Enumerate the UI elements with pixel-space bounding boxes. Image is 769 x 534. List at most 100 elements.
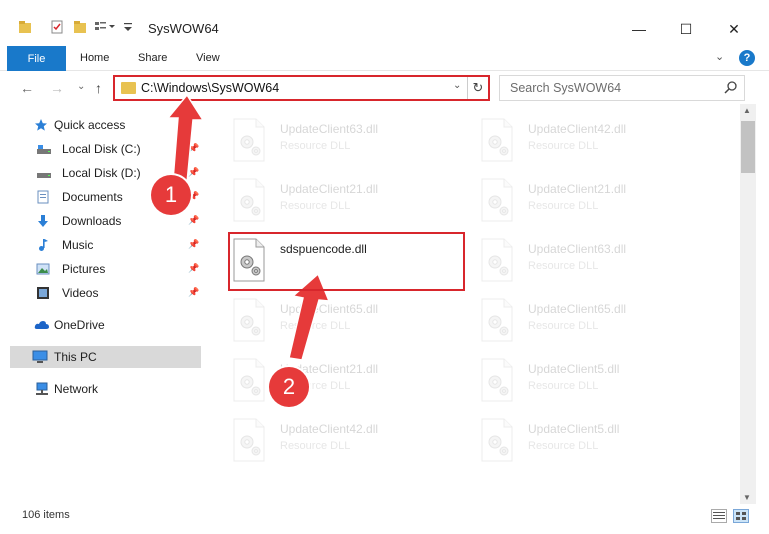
file-name: UpdateClient65.dll — [280, 302, 379, 316]
file-tile[interactable]: UpdateClient21.dll Resource DLL — [214, 172, 449, 228]
sidebar-item-label: Videos — [62, 286, 99, 300]
navigation-pane: Quick access Local Disk (C:) 📌 Local Dis… — [0, 104, 205, 500]
sidebar-item-label: Quick access — [54, 118, 126, 132]
sidebar-item-label: Local Disk (C:) — [62, 142, 141, 156]
pin-icon[interactable]: 📌 — [188, 287, 199, 298]
sidebar-item-label: Documents — [62, 190, 123, 204]
search-input[interactable]: Search SysWOW64 — [499, 75, 745, 101]
recent-locations-icon[interactable]: ⌄ — [77, 81, 85, 92]
file-tile[interactable]: UpdateClient42.dll Resource DLL — [462, 112, 697, 168]
dll-file-icon — [480, 178, 514, 222]
file-type: Resource DLL — [528, 440, 599, 452]
sidebar-item-pictures[interactable]: Pictures 📌 — [0, 258, 201, 280]
address-path[interactable]: C:\Windows\SysWOW64 — [141, 81, 279, 95]
tab-home[interactable]: Home — [80, 52, 109, 64]
file-name: UpdateClient63.dll — [280, 122, 379, 136]
dll-file-icon — [232, 358, 266, 402]
dll-file-icon — [480, 118, 514, 162]
maximize-button[interactable]: ☐ — [663, 14, 709, 44]
customize-toolbar-icon[interactable] — [123, 20, 137, 34]
file-type: Resource DLL — [528, 140, 599, 152]
file-tile[interactable]: UpdateClient63.dll Resource DLL — [214, 112, 449, 168]
file-type: Resource DLL — [528, 260, 599, 272]
file-type: Resource DLL — [528, 320, 599, 332]
file-tile[interactable]: UpdateClient5.dll Resource DLL — [462, 412, 697, 468]
dll-file-icon — [232, 418, 266, 462]
new-folder-icon[interactable] — [73, 20, 87, 34]
details-view-icon[interactable] — [711, 509, 727, 523]
dll-file-icon — [480, 418, 514, 462]
step-2-badge: 2 — [269, 367, 309, 407]
scroll-up-icon[interactable]: ▲ — [743, 106, 751, 115]
file-tile[interactable]: UpdateClient21.dll Resource DLL — [214, 352, 449, 408]
scroll-down-icon[interactable]: ▼ — [743, 493, 751, 502]
file-type: Resource DLL — [528, 380, 599, 392]
close-button[interactable]: ✕ — [711, 14, 757, 44]
sidebar-item-videos[interactable]: Videos 📌 — [0, 282, 201, 304]
file-tile[interactable]: UpdateClient65.dll Resource DLL — [462, 292, 697, 348]
pin-icon[interactable]: 📌 — [188, 143, 199, 154]
dll-file-icon — [480, 298, 514, 342]
pin-icon[interactable]: 📌 — [188, 239, 199, 250]
chevron-down-icon[interactable]: ⌄ — [453, 80, 461, 91]
pin-icon[interactable]: 📌 — [188, 167, 199, 178]
status-bar: 106 items — [0, 504, 769, 534]
view-options-icon[interactable] — [94, 20, 115, 34]
address-row: ← → ⌄ ↑ C:\Windows\SysWOW64 ⌄ ↻ Search S… — [0, 72, 769, 104]
pin-icon[interactable]: 📌 — [188, 215, 199, 226]
properties-icon[interactable] — [50, 20, 64, 34]
file-name: UpdateClient42.dll — [528, 122, 627, 136]
tab-share[interactable]: Share — [138, 52, 167, 64]
close-icon: ✕ — [728, 20, 740, 37]
file-name: UpdateClient21.dll — [528, 182, 627, 196]
sidebar-item-label: This PC — [54, 350, 97, 364]
target-file-highlight — [228, 232, 465, 291]
drive-icon — [36, 142, 51, 156]
sidebar-item-network[interactable]: Network — [0, 378, 201, 400]
file-tile[interactable]: UpdateClient42.dll Resource DLL — [214, 412, 449, 468]
scrollbar-thumb[interactable] — [741, 121, 755, 173]
minimize-button[interactable]: — — [616, 14, 662, 44]
file-tile[interactable]: UpdateClient65.dll Resource DLL — [214, 292, 449, 348]
file-name: UpdateClient5.dll — [528, 422, 620, 436]
chevron-down-icon[interactable]: ⌄ — [715, 50, 724, 63]
tab-file[interactable]: File — [7, 46, 66, 71]
refresh-icon[interactable]: ↻ — [467, 77, 488, 99]
file-tile[interactable]: UpdateClient5.dll Resource DLL — [462, 352, 697, 408]
file-name: UpdateClient42.dll — [280, 422, 379, 436]
maximize-icon: ☐ — [679, 20, 693, 37]
minimize-icon: — — [632, 21, 646, 37]
help-icon[interactable]: ? — [739, 50, 755, 66]
search-icon — [724, 80, 738, 97]
star-icon — [34, 118, 48, 132]
sidebar-item-onedrive[interactable]: OneDrive — [0, 314, 201, 336]
folder-icon — [18, 20, 32, 34]
dll-file-icon — [480, 358, 514, 402]
sidebar-item-quick-access[interactable]: Quick access — [0, 114, 201, 136]
sidebar-item-this-pc[interactable]: This PC — [10, 346, 201, 368]
file-name: UpdateClient5.dll — [528, 362, 620, 376]
drive-icon — [36, 166, 51, 180]
tiles-view-icon[interactable] — [733, 509, 749, 523]
pin-icon[interactable]: 📌 — [188, 263, 199, 274]
vertical-scrollbar[interactable]: ▲ ▼ — [740, 104, 756, 504]
back-arrow-icon[interactable]: ← — [20, 80, 34, 96]
file-type: Resource DLL — [528, 200, 599, 212]
dll-file-icon — [232, 118, 266, 162]
sidebar-item-local-disk-c[interactable]: Local Disk (C:) 📌 — [0, 138, 201, 160]
item-count: 106 items — [22, 509, 70, 521]
sidebar-item-music[interactable]: Music 📌 — [0, 234, 201, 256]
tab-view[interactable]: View — [196, 52, 220, 64]
music-icon — [36, 238, 50, 252]
up-arrow-icon[interactable]: ↑ — [95, 80, 102, 96]
dll-file-icon — [480, 238, 514, 282]
videos-icon — [36, 286, 50, 300]
address-bar[interactable]: C:\Windows\SysWOW64 ⌄ ↻ — [113, 75, 490, 101]
file-tile[interactable]: UpdateClient21.dll Resource DLL — [462, 172, 697, 228]
sidebar-item-label: Local Disk (D:) — [62, 166, 141, 180]
computer-icon — [32, 350, 48, 364]
file-tile[interactable]: UpdateClient63.dll Resource DLL — [462, 232, 697, 288]
forward-arrow-icon[interactable]: → — [50, 80, 64, 96]
dll-file-icon — [232, 178, 266, 222]
file-list: UpdateClient63.dll Resource DLL UpdateCli… — [210, 104, 740, 500]
